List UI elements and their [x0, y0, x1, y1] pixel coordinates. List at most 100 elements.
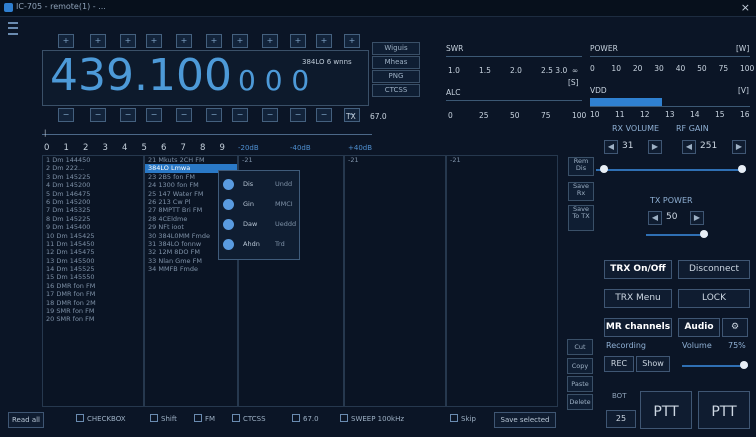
table-row-col1-5[interactable]: 5 Dm 146475 — [43, 190, 143, 198]
table-row-col5-8[interactable] — [447, 215, 557, 223]
save-to-tx-button[interactable]: Save To TX — [568, 205, 594, 231]
table-row-col1-1[interactable]: 1 Dm 144450 — [43, 156, 143, 164]
table-row-col4-20[interactable] — [345, 315, 445, 323]
table-row-col1-2[interactable]: 2 Dm 222... — [43, 164, 143, 172]
audio-button[interactable]: Audio — [678, 318, 720, 337]
disconnect-button[interactable]: Disconnect — [678, 260, 750, 279]
table-row-col5-10[interactable] — [447, 232, 557, 240]
table-row-col4-22[interactable] — [345, 332, 445, 340]
table-row-col5-15[interactable] — [447, 273, 557, 281]
tx-power-spin[interactable]: ◀ 50 ▶ — [648, 211, 704, 225]
step-down-icon-8[interactable]: − — [262, 108, 278, 122]
table-row-col4-4[interactable] — [345, 181, 445, 189]
table-row-col4-18[interactable] — [345, 299, 445, 307]
tx-power-down-icon[interactable]: ◀ — [648, 211, 662, 225]
table-row-col3-14[interactable] — [239, 265, 343, 273]
table-row-col1-14[interactable]: 14 Dm 145525 — [43, 265, 143, 273]
step-down-icon-4[interactable]: − — [146, 108, 162, 122]
step-up-icon-7[interactable]: + — [232, 34, 248, 48]
step-up-icon-10[interactable]: + — [316, 34, 332, 48]
table-row-col1-12[interactable]: 12 Dm 145475 — [43, 248, 143, 256]
table-row-col3-16[interactable] — [239, 282, 343, 290]
table-row-col4-3[interactable] — [345, 173, 445, 181]
step-down-icon-5[interactable]: − — [176, 108, 192, 122]
table-row-col4-15[interactable] — [345, 273, 445, 281]
rx-volume-up-icon[interactable]: ▶ — [648, 140, 662, 154]
table-row-col1-15[interactable]: 15 Dm 145550 — [43, 273, 143, 281]
table-row-col5-3[interactable] — [447, 173, 557, 181]
checkbox-1[interactable]: CHECKBOX — [76, 412, 126, 426]
table-row-col1-19[interactable]: 19 SMR fon FM — [43, 307, 143, 315]
table-row-col4-2[interactable] — [345, 164, 445, 172]
context-menu-item-2[interactable]: Gin MMCI — [223, 197, 299, 213]
table-row-col3-1[interactable]: -21 — [239, 156, 343, 164]
rf-gain-down-icon[interactable]: ◀ — [682, 140, 696, 154]
cut-button[interactable]: Cut — [567, 339, 593, 355]
table-row-col1-13[interactable]: 13 Dm 145500 — [43, 257, 143, 265]
step-up-icon-11[interactable]: + — [344, 34, 360, 48]
table-row-col1-16[interactable]: 16 DMR fon FM — [43, 282, 143, 290]
step-up-icon-8[interactable]: + — [262, 34, 278, 48]
table-row-col4-9[interactable] — [345, 223, 445, 231]
side-button-1[interactable]: Wiguis — [372, 42, 420, 55]
table-row-col4-5[interactable] — [345, 190, 445, 198]
checkbox-2[interactable]: Shift — [150, 412, 177, 426]
table-row-col3-19[interactable] — [239, 307, 343, 315]
save-selected-button[interactable]: Save selected — [494, 412, 556, 428]
checkbox-5[interactable]: 67.0 — [292, 412, 319, 426]
lock-button[interactable]: LOCK — [678, 289, 750, 308]
table-row-col4-11[interactable] — [345, 240, 445, 248]
tx-power-up-icon[interactable]: ▶ — [690, 211, 704, 225]
table-row-col5-14[interactable] — [447, 265, 557, 273]
rem-dis-button[interactable]: Rem Dis — [568, 157, 594, 176]
table-row-col1-4[interactable]: 4 Dm 145200 — [43, 181, 143, 189]
audio-gear-icon[interactable]: ⚙ — [722, 318, 748, 337]
table-row-col4-8[interactable] — [345, 215, 445, 223]
table-row-col2-1[interactable]: 21 Mkuts 2CH FM — [145, 156, 237, 164]
table-row-col1-6[interactable]: 6 Dm 145200 — [43, 198, 143, 206]
delete-button[interactable]: Delete — [567, 394, 593, 410]
step-down-icon-6[interactable]: − — [206, 108, 222, 122]
table-row-col4-19[interactable] — [345, 307, 445, 315]
table-row-col3-21[interactable] — [239, 324, 343, 332]
table-row-col4-12[interactable] — [345, 248, 445, 256]
side-button-4[interactable]: CTCSS — [372, 84, 420, 97]
rf-gain-slider-knob[interactable] — [738, 165, 746, 173]
bot-value[interactable]: 25 — [606, 410, 636, 428]
volume-slider-knob[interactable] — [740, 361, 748, 369]
mr-channels-button[interactable]: MR channels — [604, 318, 672, 337]
rx-volume-spin[interactable]: ◀ 31 ▶ — [604, 140, 662, 154]
table-row-col4-10[interactable] — [345, 232, 445, 240]
table-row-col2-14[interactable]: 34 MMFB Fmde — [145, 265, 237, 273]
table-row-col3-15[interactable] — [239, 273, 343, 281]
step-down-icon-3[interactable]: − — [120, 108, 136, 122]
table-row-col1-7[interactable]: 7 Dm 145325 — [43, 206, 143, 214]
rf-gain-up-icon[interactable]: ▶ — [732, 140, 746, 154]
ptt-button-2[interactable]: PTT — [698, 391, 750, 429]
table-row-col5-22[interactable] — [447, 332, 557, 340]
table-row-col3-17[interactable] — [239, 290, 343, 298]
table-row-col5-18[interactable] — [447, 299, 557, 307]
table-row-col3-22[interactable] — [239, 332, 343, 340]
table-row-col5-19[interactable] — [447, 307, 557, 315]
table-row-col1-8[interactable]: 8 Dm 145225 — [43, 215, 143, 223]
show-button[interactable]: Show — [636, 356, 670, 372]
table-row-col5-16[interactable] — [447, 282, 557, 290]
table-row-col4-1[interactable]: -21 — [345, 156, 445, 164]
table-row-col5-11[interactable] — [447, 240, 557, 248]
save-rx-button[interactable]: Save Rx — [568, 182, 594, 201]
table-row-col5-17[interactable] — [447, 290, 557, 298]
rec-button[interactable]: REC — [604, 356, 634, 372]
table-row-col1-3[interactable]: 3 Dm 145225 — [43, 173, 143, 181]
table-row-col5-20[interactable] — [447, 315, 557, 323]
close-icon[interactable]: × — [741, 1, 750, 14]
table-row-col5-12[interactable] — [447, 248, 557, 256]
step-down-icon-10[interactable]: − — [316, 108, 332, 122]
table-row-col5-2[interactable] — [447, 164, 557, 172]
read-all-button[interactable]: Read all — [8, 412, 44, 428]
table-row-col1-18[interactable]: 18 DMR fon 2M — [43, 299, 143, 307]
checkbox-4[interactable]: CTCSS — [232, 412, 266, 426]
checkbox-6[interactable]: SWEEP 100kHz — [340, 412, 404, 426]
side-button-3[interactable]: PNG — [372, 70, 420, 83]
step-down-icon-2[interactable]: − — [90, 108, 106, 122]
